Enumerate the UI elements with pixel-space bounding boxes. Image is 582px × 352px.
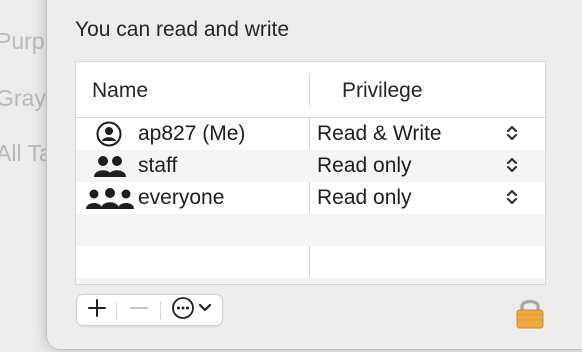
table-row-everyone[interactable]: everyone Read only <box>76 182 545 214</box>
table-header: Name Privilege <box>76 62 545 118</box>
group-icon <box>92 153 128 184</box>
single-user-icon <box>96 121 122 152</box>
chevron-updown-icon[interactable] <box>506 188 518 211</box>
table-row-me[interactable]: ap827 (Me) Read & Write <box>76 118 545 150</box>
add-button[interactable] <box>77 295 116 325</box>
chevron-updown-icon[interactable] <box>506 124 518 147</box>
lock-icon[interactable] <box>515 296 545 335</box>
column-header-name[interactable]: Name <box>92 79 148 103</box>
chevron-updown-icon[interactable] <box>506 156 518 179</box>
ellipsis-circle-icon <box>171 296 195 325</box>
privilege-popup[interactable]: Read only <box>317 154 412 178</box>
permission-summary: You can read and write <box>75 18 290 41</box>
remove-button[interactable] <box>117 295 160 325</box>
privilege-popup[interactable]: Read & Write <box>317 122 442 146</box>
empty-row <box>76 278 545 284</box>
chevron-down-icon <box>198 301 212 319</box>
empty-row <box>76 214 545 246</box>
empty-row <box>76 246 545 278</box>
action-menu-button[interactable] <box>161 295 222 325</box>
privilege-popup[interactable]: Read only <box>317 186 412 210</box>
header-divider <box>309 74 310 107</box>
table-row-staff[interactable]: staff Read only <box>76 150 545 182</box>
permissions-table: Name Privilege ap827 (Me) Read & Write s… <box>75 61 546 285</box>
row-name: staff <box>138 154 178 177</box>
row-name: everyone <box>138 186 225 209</box>
column-header-privilege[interactable]: Privilege <box>342 79 423 103</box>
plus-icon <box>87 298 107 323</box>
minus-icon <box>129 298 149 323</box>
row-name: ap827 (Me) <box>138 122 246 145</box>
everyone-icon <box>85 185 135 216</box>
sidebar-tag-gray[interactable]: Gray <box>0 85 46 112</box>
table-controls <box>76 294 223 326</box>
